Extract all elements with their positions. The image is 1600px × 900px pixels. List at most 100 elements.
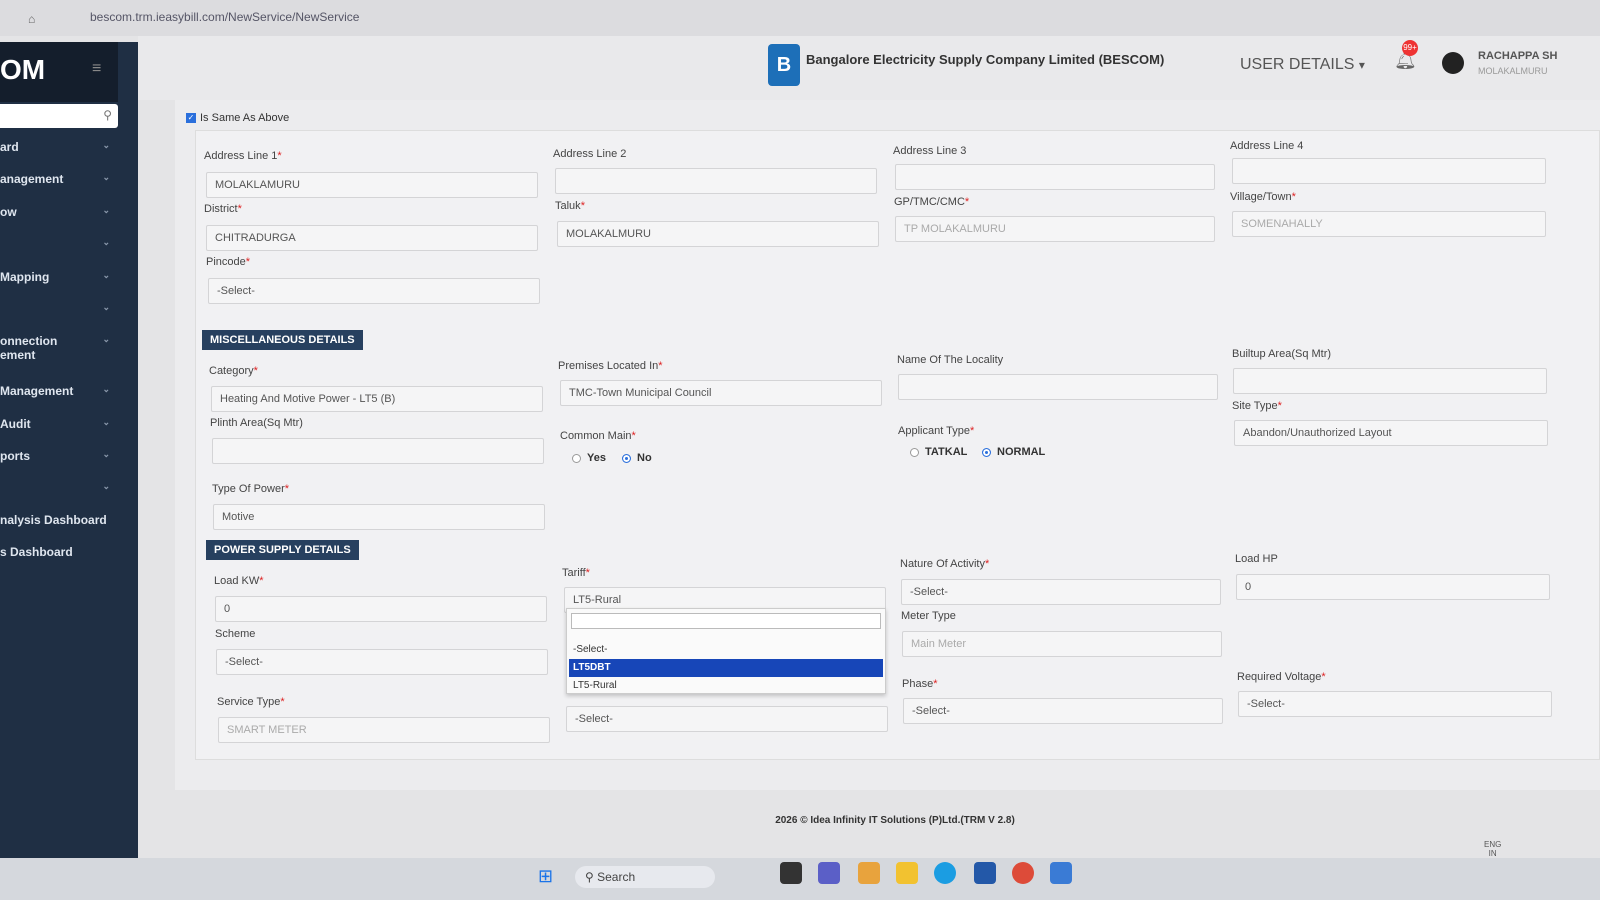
- address-line-2-field[interactable]: [555, 168, 877, 194]
- windows-start-icon[interactable]: ⊞: [538, 866, 553, 887]
- sidebar-item[interactable]: ow ⌄: [0, 205, 110, 219]
- sidebar-item[interactable]: ⌄: [0, 302, 110, 313]
- common-main-no-radio[interactable]: No: [622, 452, 652, 464]
- plinth-area-label: Plinth Area(Sq Mtr): [210, 417, 303, 429]
- chevron-down-icon: ⌄: [102, 449, 110, 459]
- language-indicator[interactable]: ENG IN: [1484, 840, 1501, 858]
- sidebar-item[interactable]: s Dashboard: [0, 545, 110, 559]
- type-of-power-label: Type Of Power*: [212, 483, 290, 495]
- required-voltage-field[interactable]: -Select-: [1238, 691, 1552, 717]
- sidebar-item[interactable]: nalysis Dashboard: [0, 513, 110, 527]
- same-as-above-label: Is Same As Above: [200, 112, 290, 124]
- sidebar-item[interactable]: Audit ⌄: [0, 417, 110, 431]
- user-location: MOLAKALMURU: [1478, 66, 1548, 76]
- chevron-down-icon: ⌄: [102, 237, 110, 247]
- store-icon[interactable]: [974, 862, 996, 884]
- sidebar-item[interactable]: ard ⌄: [0, 140, 110, 154]
- home-icon[interactable]: ⌂: [28, 12, 35, 26]
- sidebar-item-label: s Dashboard: [0, 545, 73, 559]
- builtup-area-field[interactable]: [1233, 368, 1547, 394]
- required-voltage-label: Required Voltage*: [1237, 671, 1326, 683]
- address-bar[interactable]: bescom.trm.ieasybill.com/NewService/NewS…: [90, 10, 359, 24]
- chevron-down-icon: ⌄: [102, 384, 110, 394]
- category-field[interactable]: Heating And Motive Power - LT5 (B): [211, 386, 543, 412]
- plinth-area-field[interactable]: [212, 438, 544, 464]
- taskbar-search[interactable]: ⚲ Search: [575, 866, 715, 888]
- builtup-area-label: Builtup Area(Sq Mtr): [1232, 348, 1332, 360]
- service-type-field[interactable]: SMART METER: [218, 717, 550, 743]
- sidebar-item-label: anagement: [0, 172, 64, 186]
- applicant-normal-radio[interactable]: NORMAL: [982, 446, 1045, 458]
- tariff-option[interactable]: -Select-: [569, 641, 883, 659]
- address-line-1-label: Address Line 1*: [204, 150, 282, 162]
- tariff-option-highlighted[interactable]: LT5DBT: [569, 659, 883, 677]
- premises-located-in-field[interactable]: TMC-Town Municipal Council: [560, 380, 882, 406]
- applicant-tatkal-radio[interactable]: TATKAL: [910, 446, 967, 458]
- phase-field[interactable]: -Select-: [903, 698, 1223, 724]
- type-of-power-field[interactable]: Motive: [213, 504, 545, 530]
- scheme-field[interactable]: -Select-: [216, 649, 548, 675]
- sidebar-item-label: ports: [0, 449, 30, 463]
- task-view-icon[interactable]: [780, 862, 802, 884]
- common-main-yes-radio[interactable]: Yes: [572, 452, 606, 464]
- sidebar-item-label: onnection ement: [0, 334, 58, 362]
- pincode-label: Pincode*: [206, 256, 251, 268]
- address-line-1-field[interactable]: MOLAKLAMURU: [206, 172, 538, 198]
- sidebar-item[interactable]: Management ⌄: [0, 384, 110, 398]
- radio-icon: [572, 453, 581, 463]
- locality-label: Name Of The Locality: [897, 354, 1004, 366]
- user-details-button[interactable]: USER DETAILS ▾: [1240, 56, 1365, 74]
- sidebar-item-label: Management: [0, 384, 74, 398]
- load-hp-field[interactable]: 0: [1236, 574, 1550, 600]
- radio-icon: [910, 447, 919, 457]
- meter-type-label: Meter Type: [901, 610, 956, 622]
- load-kw-field[interactable]: 0: [215, 596, 547, 622]
- address-line-4-field[interactable]: [1232, 158, 1546, 184]
- sidebar-item[interactable]: ports ⌄: [0, 449, 110, 463]
- edge-icon[interactable]: [934, 862, 956, 884]
- sidebar-item[interactable]: ⌄: [0, 481, 110, 492]
- tariff-option[interactable]: LT5-Rural: [569, 677, 883, 695]
- nature-of-activity-field[interactable]: -Select-: [901, 579, 1221, 605]
- gp-tmc-cmc-field[interactable]: TP MOLAKALMURU: [895, 216, 1215, 242]
- chevron-down-icon: ⌄: [102, 417, 110, 427]
- village-town-field[interactable]: SOMENAHALLY: [1232, 211, 1546, 237]
- village-town-label: Village/Town*: [1230, 191, 1296, 203]
- site-type-label: Site Type*: [1232, 400, 1282, 412]
- teams-icon[interactable]: [818, 862, 840, 884]
- sidebar-item[interactable]: onnection ement ⌄: [0, 334, 110, 362]
- chevron-down-icon: ▾: [1358, 58, 1365, 72]
- site-type-field[interactable]: Abandon/Unauthorized Layout: [1234, 420, 1548, 446]
- chevron-down-icon: ⌄: [102, 302, 110, 312]
- taluk-field[interactable]: MOLAKALMURU: [557, 221, 879, 247]
- notification-badge: 99+: [1402, 40, 1418, 56]
- gp-tmc-cmc-label: GP/TMC/CMC*: [894, 196, 970, 208]
- same-as-above-checkbox[interactable]: ✓ Is Same As Above: [186, 112, 289, 124]
- copilot-icon[interactable]: [858, 862, 880, 884]
- file-explorer-icon[interactable]: [896, 862, 918, 884]
- locality-field[interactable]: [898, 374, 1218, 400]
- user-name: RACHAPPA SH: [1478, 50, 1558, 62]
- meter-type-field[interactable]: Main Meter: [902, 631, 1222, 657]
- avatar[interactable]: [1442, 52, 1464, 74]
- select-field[interactable]: -Select-: [566, 706, 888, 732]
- sidebar-search-input[interactable]: ⚲: [0, 104, 118, 128]
- pincode-field[interactable]: -Select-: [208, 278, 540, 304]
- chrome-icon[interactable]: [1012, 862, 1034, 884]
- taluk-label: Taluk*: [555, 200, 585, 212]
- address-line-3-field[interactable]: [895, 164, 1215, 190]
- chevron-down-icon: ⌄: [102, 334, 110, 344]
- sidebar-item[interactable]: Mapping ⌄: [0, 270, 110, 284]
- sidebar-item-label: ard: [0, 140, 19, 154]
- company-name: Bangalore Electricity Supply Company Lim…: [806, 52, 1165, 67]
- app-icon[interactable]: [1050, 862, 1072, 884]
- address-line-3-label: Address Line 3: [893, 145, 967, 157]
- radio-selected-icon: [622, 453, 631, 463]
- normal-label: NORMAL: [997, 446, 1046, 458]
- sidebar-item[interactable]: ⌄: [0, 237, 110, 248]
- nature-of-activity-label: Nature Of Activity*: [900, 558, 990, 570]
- tariff-search-input[interactable]: [571, 613, 881, 629]
- sidebar-item[interactable]: anagement ⌄: [0, 172, 110, 186]
- district-field[interactable]: CHITRADURGA: [206, 225, 538, 251]
- menu-toggle-icon[interactable]: ≡: [92, 60, 101, 78]
